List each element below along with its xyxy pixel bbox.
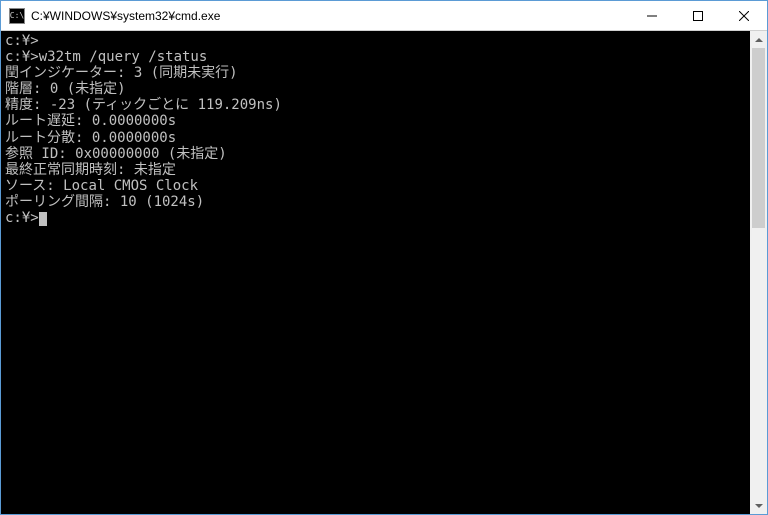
minimize-button[interactable]: [629, 1, 675, 30]
chevron-up-icon: [755, 38, 763, 42]
window-title: C:¥WINDOWS¥system32¥cmd.exe: [31, 9, 629, 23]
terminal-line: ポーリング間隔: 10 (1024s): [5, 194, 746, 210]
vertical-scrollbar[interactable]: [750, 31, 767, 514]
scrollbar-thumb[interactable]: [752, 48, 765, 228]
app-icon: C:\: [9, 8, 25, 24]
terminal-line: 最終正常同期時刻: 未指定: [5, 162, 746, 178]
terminal-line: c:¥>w32tm /query /status: [5, 49, 746, 65]
terminal-line: 閏インジケーター: 3 (同期未実行): [5, 65, 746, 81]
close-icon: [739, 11, 749, 21]
content-area: c:¥>c:¥>w32tm /query /status閏インジケーター: 3 …: [1, 31, 767, 514]
cmd-window: C:\ C:¥WINDOWS¥system32¥cmd.exe c:¥>c:¥>…: [0, 0, 768, 515]
terminal-line: ソース: Local CMOS Clock: [5, 178, 746, 194]
terminal-line: c:¥>: [5, 210, 746, 226]
window-controls: [629, 1, 767, 30]
scroll-down-button[interactable]: [750, 497, 767, 514]
chevron-down-icon: [755, 504, 763, 508]
terminal-line: ルート遅延: 0.0000000s: [5, 113, 746, 129]
terminal[interactable]: c:¥>c:¥>w32tm /query /status閏インジケーター: 3 …: [1, 31, 750, 514]
terminal-line: c:¥>: [5, 33, 746, 49]
terminal-line: 精度: -23 (ティックごとに 119.209ns): [5, 97, 746, 113]
terminal-line: 階層: 0 (未指定): [5, 81, 746, 97]
titlebar: C:\ C:¥WINDOWS¥system32¥cmd.exe: [1, 1, 767, 31]
close-button[interactable]: [721, 1, 767, 30]
cursor: [39, 212, 47, 226]
minimize-icon: [647, 11, 657, 21]
terminal-line: ルート分散: 0.0000000s: [5, 130, 746, 146]
maximize-icon: [693, 11, 703, 21]
maximize-button[interactable]: [675, 1, 721, 30]
scroll-up-button[interactable]: [750, 31, 767, 48]
terminal-line: 参照 ID: 0x00000000 (未指定): [5, 146, 746, 162]
scrollbar-track[interactable]: [750, 48, 767, 497]
